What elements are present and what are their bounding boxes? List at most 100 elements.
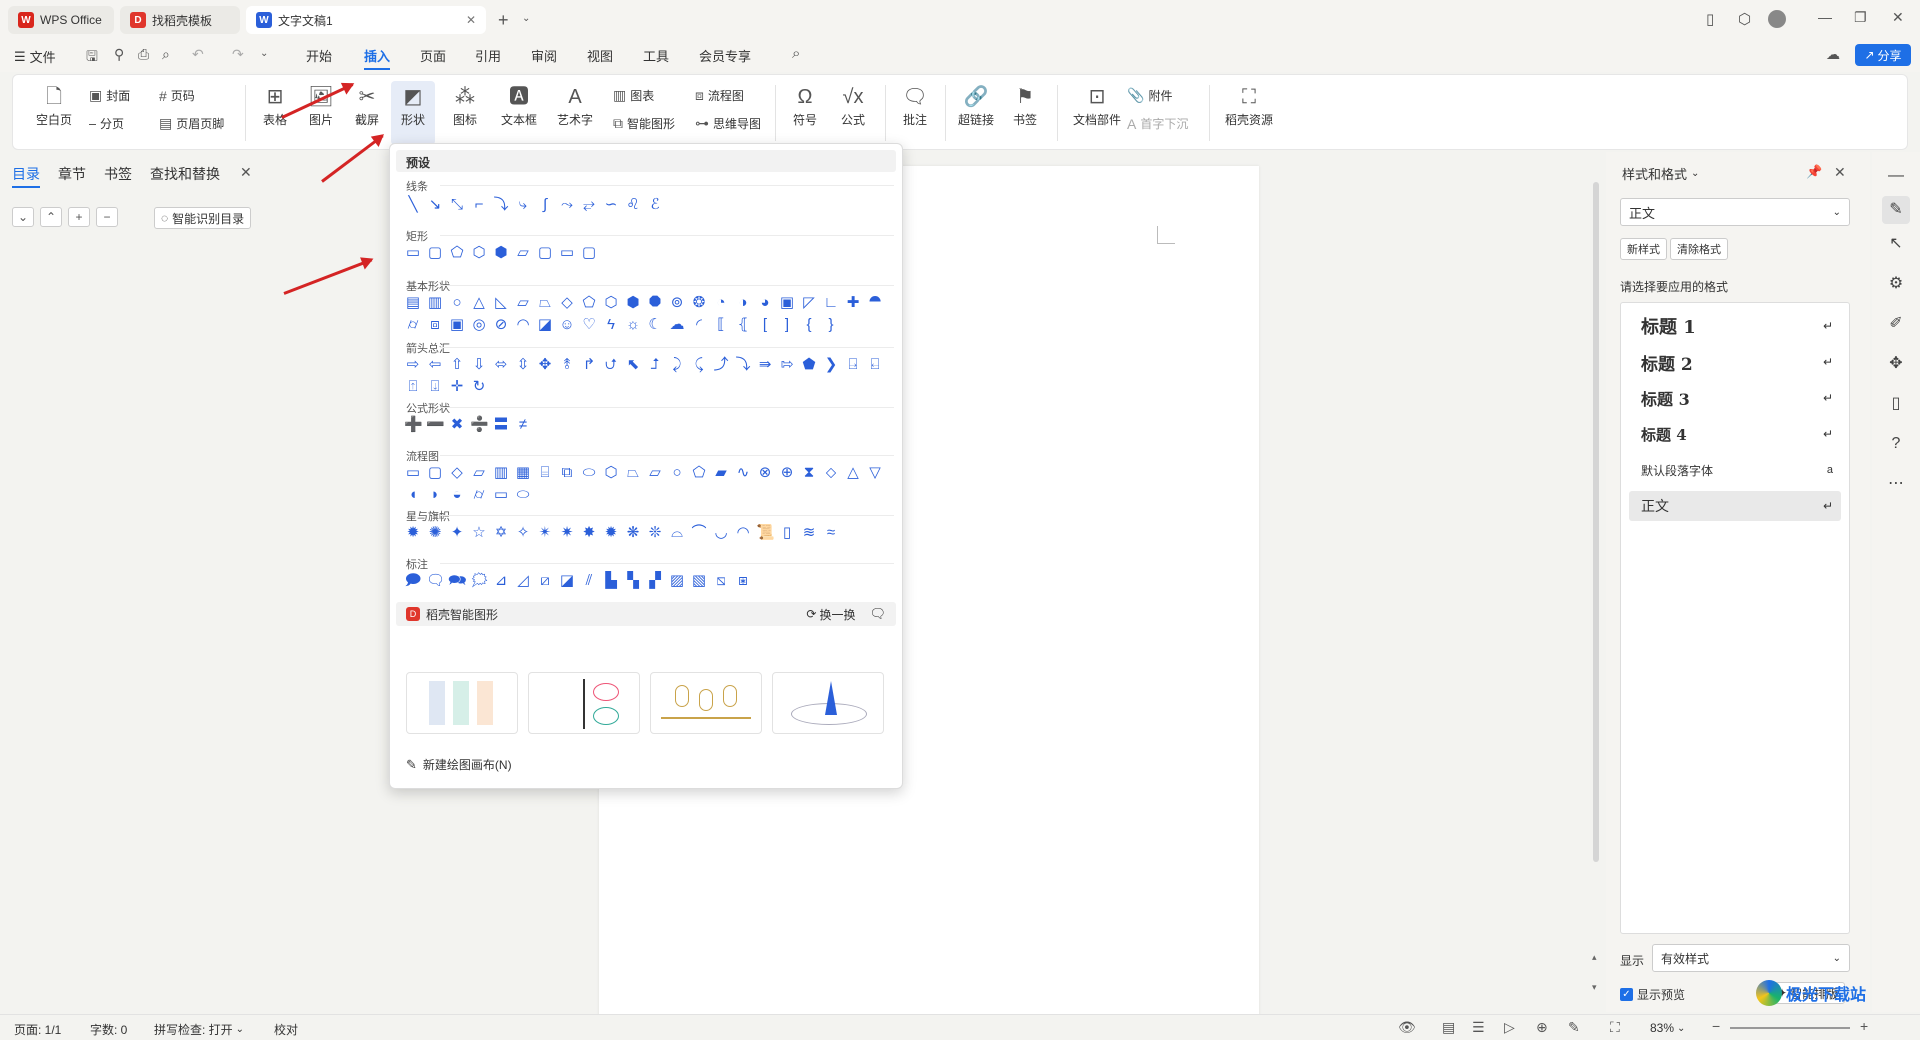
equal-shape-icon[interactable]: 〓 <box>492 416 510 434</box>
or-icon[interactable]: ⊕ <box>778 464 796 482</box>
double-wave-icon[interactable]: ≈ <box>822 524 840 542</box>
tab-wps-office[interactable]: W WPS Office <box>8 6 114 34</box>
no-symbol-icon[interactable]: ⊘ <box>492 316 510 334</box>
show-styles-select[interactable]: 有效样式 ⌄ <box>1652 944 1850 972</box>
tab-member[interactable]: 会员专享 <box>699 46 751 65</box>
manual-operation-icon[interactable]: ⏥ <box>646 464 664 482</box>
new-canvas-item[interactable]: ✎ 新建绘图画布(N) <box>406 756 512 773</box>
cross-icon[interactable]: ✚ <box>844 294 862 312</box>
outline-view-icon[interactable]: ☰ <box>1472 1019 1485 1036</box>
star-7-icon[interactable]: ✧ <box>514 524 532 542</box>
scrollbar-thumb[interactable] <box>1593 182 1599 862</box>
folded-corner-icon[interactable]: ◪ <box>536 316 554 334</box>
feedback-icon[interactable]: 🗨 <box>869 606 886 622</box>
double-brace-icon[interactable]: ⦃ <box>734 316 752 334</box>
diamond-icon[interactable]: ◇ <box>558 294 576 312</box>
eye-icon[interactable]: 👁 <box>1398 1019 1416 1036</box>
curved-up-ribbon-icon[interactable]: ◡ <box>712 524 730 542</box>
zoom-slider[interactable] <box>1730 1027 1850 1029</box>
process-icon[interactable]: ▭ <box>404 464 422 482</box>
star-32-icon[interactable]: ❊ <box>646 524 664 542</box>
layout-icon[interactable]: ▯ <box>1706 10 1714 28</box>
close-window-icon[interactable]: ✕ <box>1892 9 1904 26</box>
bookmark-button[interactable]: ⚑ 书签 <box>1003 85 1047 128</box>
file-menu[interactable]: ☰ 文件 <box>14 47 56 66</box>
lightning-bolt-icon[interactable]: ϟ <box>602 316 620 334</box>
alternate-process-icon[interactable]: ▢ <box>426 464 444 482</box>
tab-references[interactable]: 引用 <box>475 46 501 65</box>
hyperlink-button[interactable]: 🔗 超链接 <box>953 85 999 128</box>
down-ribbon-icon[interactable]: ⌒ <box>690 524 708 542</box>
vertical-scrollbar[interactable]: ▴ ▾ <box>1590 152 1602 1012</box>
table-button[interactable]: ⊞ 表格 <box>253 85 297 128</box>
new-tab-icon[interactable]: + <box>498 10 509 31</box>
border-callout-2-icon[interactable]: ▧ <box>690 572 708 590</box>
play-icon[interactable]: ▷ <box>1504 1019 1515 1036</box>
curved-down-arrow-icon[interactable]: ⤵ <box>734 356 752 374</box>
redo-icon[interactable]: ↷ <box>232 46 244 63</box>
trapezoid-icon[interactable]: ⏢ <box>536 294 554 312</box>
accent-callout-2-icon[interactable]: ▙ <box>602 572 620 590</box>
left-right-arrow-icon[interactable]: ⬄ <box>492 356 510 374</box>
pie-icon[interactable]: ◔ <box>712 294 730 312</box>
vertical-scroll-icon[interactable]: 📜 <box>756 524 775 542</box>
right-brace-icon[interactable]: } <box>822 316 840 334</box>
word-count[interactable]: 字数: 0 <box>90 1021 127 1038</box>
right-arrow-callout-icon[interactable]: ⍈ <box>844 356 862 374</box>
rounded-callout-icon[interactable]: 🗨 <box>426 572 445 590</box>
multiply-shape-icon[interactable]: ✖ <box>448 416 466 434</box>
donut-icon[interactable]: ◎ <box>470 316 488 334</box>
curved-double-arrow-icon[interactable]: ⥂ <box>580 196 598 214</box>
triangle-icon[interactable]: △ <box>470 294 488 312</box>
left-up-arrow-icon[interactable]: ⬉ <box>624 356 642 374</box>
style-pen-icon[interactable]: ✎ <box>1882 196 1910 224</box>
link-icon[interactable]: ⚲ <box>114 46 124 63</box>
curved-right-arrow-icon[interactable]: ⤸ <box>668 356 686 374</box>
tab-document-1[interactable]: W 文字文稿1 ✕ <box>246 6 486 34</box>
can-icon[interactable]: ⌭ <box>404 316 422 334</box>
mindmap-button[interactable]: ⊶ 思维导图 <box>695 115 761 132</box>
internal-storage-icon[interactable]: ▦ <box>514 464 532 482</box>
page-view-icon[interactable]: ▤ <box>1442 1019 1455 1036</box>
curved-left-arrow-icon[interactable]: ⤹ <box>690 356 708 374</box>
zoom-in-icon[interactable]: + <box>1860 1018 1868 1034</box>
round-diagonal-rectangle-icon[interactable]: ▢ <box>580 244 598 262</box>
formula-button[interactable]: √x 公式 <box>831 85 875 128</box>
elbow-arrow-icon[interactable]: ⤵ <box>492 196 510 214</box>
proofread-button[interactable]: 校对 <box>274 1021 298 1038</box>
punched-tape-icon[interactable]: ∿ <box>734 464 752 482</box>
ellipse-icon[interactable]: ○ <box>448 294 466 312</box>
vertical-text-box-icon[interactable]: ▥ <box>426 294 444 312</box>
star-16-icon[interactable]: ✹ <box>602 524 620 542</box>
style-item-default-font[interactable]: 默认段落字体 a <box>1629 455 1841 485</box>
frame-icon[interactable]: ▣ <box>778 294 796 312</box>
chevron-down-icon[interactable]: ⌄ <box>12 207 34 227</box>
down-arrow-icon[interactable]: ⇩ <box>470 356 488 374</box>
minus-shape-icon[interactable]: ➖ <box>426 416 445 434</box>
smiley-face-icon[interactable]: ☺ <box>558 316 576 334</box>
data-icon[interactable]: ▱ <box>470 464 488 482</box>
quad-arrow-callout-icon[interactable]: ✛ <box>448 378 466 396</box>
left-bracket-icon[interactable]: [ <box>756 316 774 334</box>
curved-arrow-icon[interactable]: ⤳ <box>558 196 576 214</box>
cloud-shape-icon[interactable]: ☁ <box>668 316 686 334</box>
divide-shape-icon[interactable]: ➗ <box>470 416 489 434</box>
left-brace-icon[interactable]: { <box>800 316 818 334</box>
block-arc-icon[interactable]: ◠ <box>514 316 532 334</box>
web-view-icon[interactable]: ⊕ <box>1536 1019 1548 1036</box>
teardrop-icon[interactable]: ◕ <box>756 294 774 312</box>
line-callout-3-icon[interactable]: ⧄ <box>536 572 554 590</box>
tab-docer-templates[interactable]: D 找稻壳模板 <box>120 6 240 34</box>
collate-icon[interactable]: ⧗ <box>800 464 818 482</box>
manual-input-icon[interactable]: ⏢ <box>624 464 642 482</box>
preparation-icon[interactable]: ⬡ <box>602 464 620 482</box>
oval-callout-icon[interactable]: 🗪 <box>448 572 467 590</box>
star-6-icon[interactable]: ✡ <box>492 524 510 542</box>
off-page-connector-icon[interactable]: ⬠ <box>690 464 708 482</box>
right-triangle-icon[interactable]: ◺ <box>492 294 510 312</box>
smart-graphic-thumbnail-1[interactable] <box>406 672 518 734</box>
fit-page-icon[interactable]: ⛶ <box>1610 1019 1620 1036</box>
border-callout-1-icon[interactable]: ▨ <box>668 572 686 590</box>
zoom-select[interactable]: 83% ⌄ <box>1650 1021 1685 1035</box>
line-callout-4-icon[interactable]: ◪ <box>558 572 576 590</box>
